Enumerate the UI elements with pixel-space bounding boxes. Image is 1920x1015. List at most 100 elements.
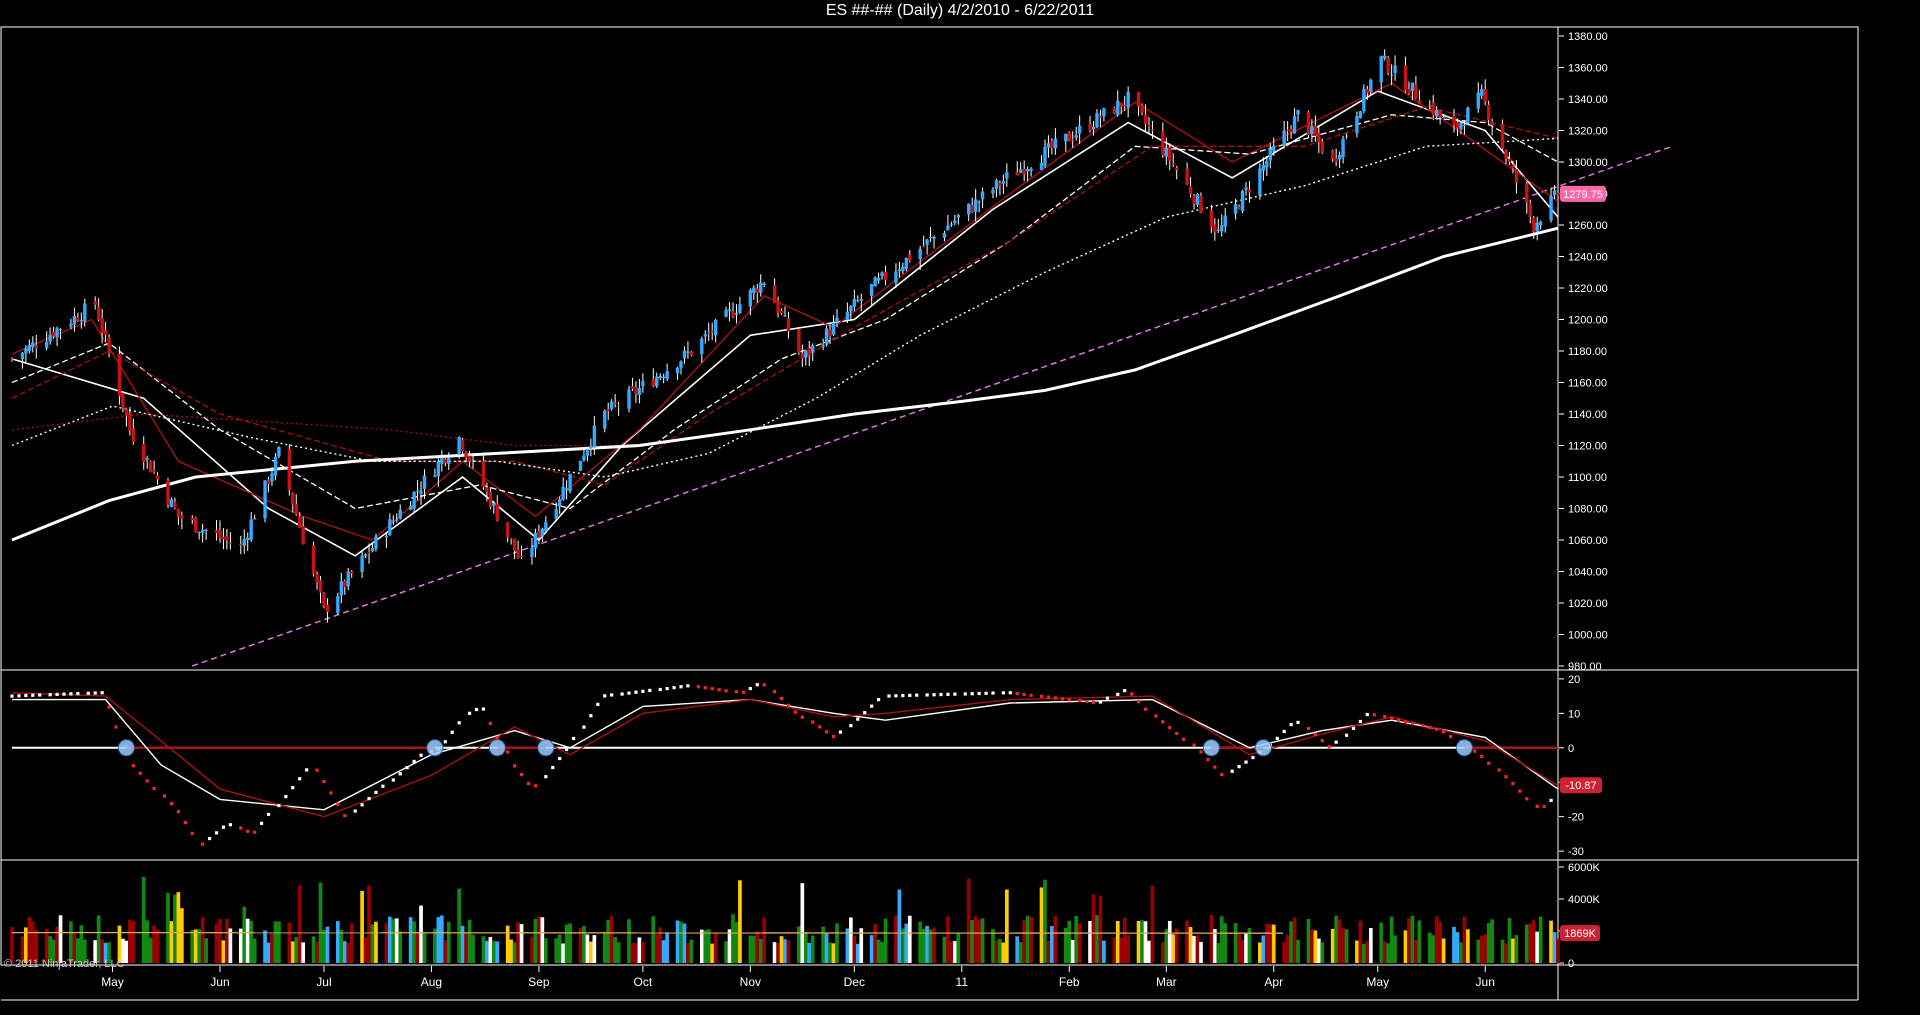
candle-body bbox=[242, 539, 246, 546]
candle-body bbox=[395, 519, 399, 521]
candle-body bbox=[1306, 111, 1311, 135]
volume-bar bbox=[238, 928, 243, 963]
candle-body bbox=[713, 319, 718, 336]
candle-body bbox=[637, 387, 642, 396]
volume-bar bbox=[1164, 929, 1169, 963]
volume-bar bbox=[1223, 923, 1228, 963]
chart-svg[interactable]: 980.00 1000.00 1020.00 1040.00 1060.00 1080.0… bbox=[0, 0, 1920, 1015]
volume-bar bbox=[946, 916, 950, 963]
osc-dot bbox=[1487, 761, 1491, 765]
osc-dot bbox=[634, 690, 638, 694]
candle-body bbox=[675, 367, 680, 374]
volume-bar bbox=[1410, 915, 1415, 963]
candle-body bbox=[883, 271, 888, 281]
osc-dot bbox=[207, 836, 212, 841]
candle-body bbox=[1455, 122, 1460, 129]
candle-body bbox=[239, 544, 243, 546]
candle-body bbox=[1102, 108, 1106, 117]
volume-bar bbox=[225, 918, 229, 963]
volume-bar bbox=[973, 916, 978, 963]
candle-body bbox=[616, 405, 621, 407]
candle-body bbox=[686, 351, 690, 353]
time-tick-label: Jun bbox=[1476, 975, 1495, 989]
osc-dot bbox=[1237, 765, 1241, 769]
volume-bar bbox=[1143, 921, 1148, 963]
volume-bar bbox=[1407, 918, 1411, 963]
volume-bar bbox=[779, 936, 784, 963]
candle-body bbox=[96, 306, 101, 321]
volume-bar bbox=[568, 923, 572, 963]
volume-bar bbox=[193, 929, 198, 963]
price-tick-label: 1180.00 bbox=[1568, 346, 1607, 358]
candle-body bbox=[433, 475, 437, 477]
osc-dot bbox=[62, 692, 66, 696]
candle-body bbox=[322, 593, 326, 607]
candle-body bbox=[1504, 150, 1508, 159]
osc-dot bbox=[741, 690, 746, 694]
volume-bar bbox=[141, 876, 146, 963]
osc-dot bbox=[915, 693, 919, 697]
volume-bar bbox=[873, 923, 877, 963]
volume-bar bbox=[387, 916, 392, 963]
volume-bar bbox=[446, 921, 451, 963]
candle-body bbox=[228, 542, 233, 544]
candle-body bbox=[93, 301, 97, 305]
candle-body bbox=[1209, 210, 1214, 228]
candle-body bbox=[176, 508, 181, 517]
volume-bar bbox=[734, 922, 739, 963]
candle-body bbox=[34, 345, 38, 348]
candle-body bbox=[1459, 123, 1463, 130]
candle-body bbox=[1292, 116, 1297, 134]
volume-bar bbox=[1025, 915, 1030, 963]
osc-dot bbox=[1022, 692, 1026, 697]
volume-bar bbox=[485, 941, 489, 963]
volume-bar bbox=[273, 921, 278, 963]
candle-body bbox=[398, 509, 402, 519]
osc-dot bbox=[551, 766, 555, 770]
osc-dot bbox=[145, 779, 149, 783]
volume-bar bbox=[710, 943, 715, 963]
price-tick-label: 1200.00 bbox=[1568, 315, 1608, 327]
candle-body bbox=[606, 409, 610, 412]
candle-body bbox=[554, 509, 558, 519]
candle-body bbox=[901, 266, 905, 272]
osc-dot bbox=[1060, 697, 1064, 701]
candle-body bbox=[1507, 158, 1512, 163]
osc-dot bbox=[1046, 695, 1051, 699]
candle-body bbox=[197, 531, 201, 534]
volume-bar bbox=[1296, 939, 1300, 963]
volume-bar bbox=[585, 934, 590, 963]
volume-bar bbox=[1195, 935, 1200, 963]
candle-body bbox=[1441, 117, 1446, 119]
osc-dot bbox=[773, 690, 777, 694]
osc-dot bbox=[419, 753, 423, 757]
volume-bar bbox=[609, 916, 614, 963]
candle-body bbox=[537, 531, 541, 538]
osc-dot bbox=[571, 736, 576, 741]
candle-body bbox=[1382, 55, 1387, 59]
vol-tick-label: 0 bbox=[1568, 958, 1574, 970]
candle-body bbox=[557, 499, 562, 507]
volume-bar bbox=[214, 923, 219, 963]
volume-bar bbox=[335, 921, 340, 963]
volume-bar bbox=[509, 939, 513, 963]
osc-dot bbox=[672, 686, 676, 690]
candle-body bbox=[1344, 135, 1349, 137]
candle-body bbox=[457, 437, 461, 455]
volume-bar bbox=[1240, 939, 1245, 963]
candle-body bbox=[194, 517, 198, 532]
volume-bar bbox=[613, 937, 617, 963]
osc-dot bbox=[838, 730, 843, 734]
volume-bar bbox=[197, 929, 202, 963]
volume-bar bbox=[1365, 940, 1370, 963]
osc-dot bbox=[1390, 716, 1394, 721]
volume-bar bbox=[686, 943, 690, 963]
osc-dot bbox=[703, 686, 707, 690]
osc-dot bbox=[800, 715, 804, 719]
osc-dot bbox=[391, 778, 395, 782]
candle-body bbox=[1123, 104, 1127, 106]
osc-dot bbox=[1078, 699, 1082, 703]
candle-body bbox=[956, 215, 961, 218]
volume-bar bbox=[1147, 940, 1151, 963]
time-tick-label: Apr bbox=[1264, 975, 1283, 989]
